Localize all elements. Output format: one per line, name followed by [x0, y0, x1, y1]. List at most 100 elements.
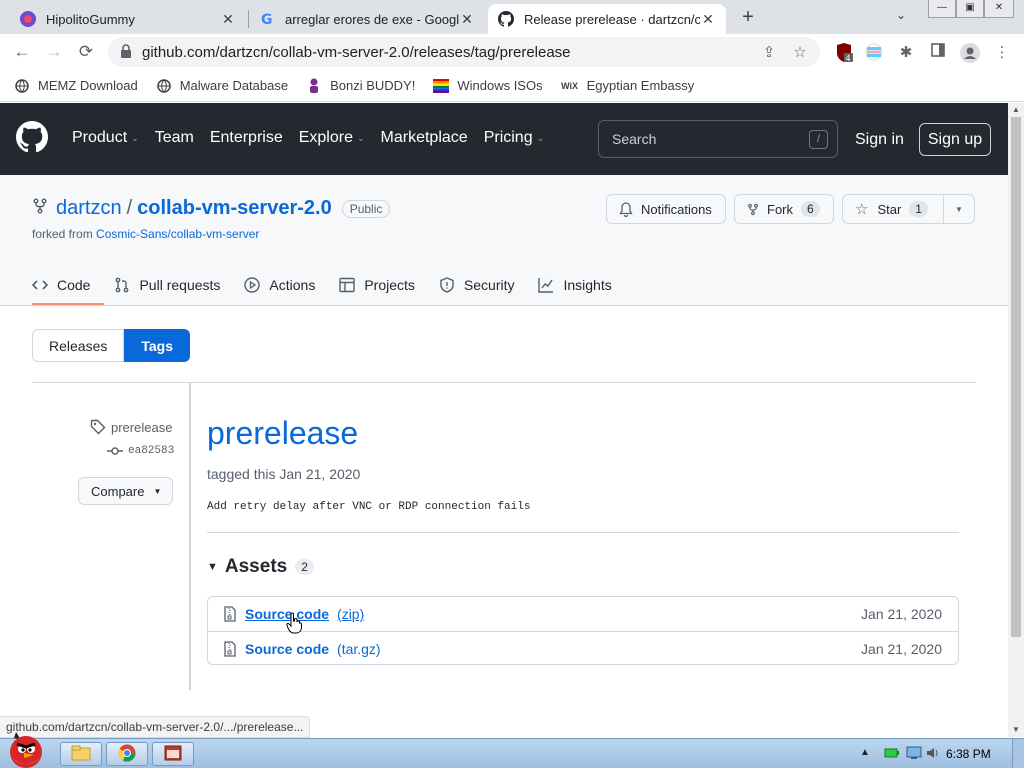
page-scrollbar[interactable]: ▲ ▼ [1008, 103, 1024, 737]
new-tab-button[interactable]: + [738, 6, 758, 28]
bookmark-star-icon[interactable]: ☆ [789, 43, 811, 61]
ublock-extension-icon[interactable]: 4 [834, 43, 854, 63]
asset-ext[interactable]: (zip) [337, 606, 364, 622]
tab-favicon-icon [20, 11, 36, 27]
tags-toggle-button[interactable]: Tags [124, 329, 191, 362]
notifications-button[interactable]: Notifications [606, 194, 726, 224]
nav-explore[interactable]: Explore ⌄ [299, 129, 365, 147]
browser-menu-icon[interactable]: ⋮ [992, 43, 1012, 63]
nav-team[interactable]: Team [155, 129, 194, 147]
sign-in-link[interactable]: Sign in [855, 131, 904, 149]
tab-label: Pull requests [139, 277, 221, 293]
bookmark-item[interactable]: WiX Egyptian Embassy [561, 78, 694, 94]
release-title[interactable]: prerelease [207, 415, 358, 452]
pride-extension-icon[interactable] [864, 43, 884, 63]
source-code-targz-link[interactable]: Source code [245, 641, 329, 657]
scroll-down-icon[interactable]: ▼ [1008, 723, 1024, 737]
fork-icon [747, 202, 759, 217]
sign-up-button[interactable]: Sign up [919, 123, 991, 156]
bookmark-label: Windows ISOs [457, 78, 543, 93]
search-input[interactable]: Search / [598, 120, 838, 158]
github-header: Product ⌄ Team Enterprise Explore ⌄ Market… [0, 103, 1008, 175]
browser-tab-active[interactable]: Release prerelease · dartzcn/collab-vm-s… [488, 4, 726, 34]
nav-product[interactable]: Product ⌄ [72, 129, 139, 147]
forked-from-text: forked from Cosmic-Sans/collab-vm-server [32, 227, 259, 241]
asset-row: Source code (tar.gz) Jan 21, 2020 [208, 631, 958, 665]
close-tab-icon[interactable]: ✕ [459, 11, 475, 28]
chrome-taskbar-button[interactable] [106, 742, 148, 766]
tab-label: Code [57, 277, 91, 293]
battery-icon[interactable] [884, 747, 900, 762]
system-clock[interactable]: 6:38 PM [946, 747, 991, 761]
url-text[interactable]: github.com/dartzcn/collab-vm-server-2.0/… [142, 44, 758, 61]
volume-icon[interactable] [926, 746, 940, 763]
bell-icon [619, 201, 633, 217]
tab-pull-requests[interactable]: Pull requests [114, 273, 220, 297]
tab-projects[interactable]: Projects [339, 273, 415, 297]
close-tab-icon[interactable]: ✕ [700, 11, 716, 28]
app-taskbar-button[interactable] [152, 742, 194, 766]
commit-sha: ea82583 [128, 445, 175, 457]
windows-taskbar: ▲ 6:38 PM [0, 738, 1024, 768]
nav-label: Product [72, 129, 128, 146]
tab-code[interactable]: Code [32, 273, 90, 297]
star-dropdown-button[interactable]: ▼ [943, 194, 975, 224]
lock-icon[interactable] [120, 43, 134, 61]
nav-enterprise[interactable]: Enterprise [210, 129, 283, 147]
scroll-up-icon[interactable]: ▲ [1008, 103, 1024, 117]
search-placeholder: Search [612, 131, 657, 147]
globe-icon [156, 78, 172, 94]
back-button[interactable]: ← [12, 42, 32, 62]
google-icon: G [259, 11, 275, 27]
forked-from-link[interactable]: Cosmic-Sans/collab-vm-server [96, 227, 259, 241]
releases-toggle-button[interactable]: Releases [32, 329, 125, 362]
bookmark-item[interactable]: Malware Database [156, 78, 288, 94]
assets-toggle[interactable]: ▼ Assets 2 [207, 556, 314, 578]
search-shortcut-key: / [809, 130, 828, 149]
bookmark-item[interactable]: Windows ISOs [433, 78, 543, 94]
release-tag-link[interactable]: prerelease [90, 419, 172, 435]
share-icon[interactable]: ⇪ [758, 43, 780, 61]
maximize-window-button[interactable]: ▣ [956, 0, 984, 18]
close-window-button[interactable]: ✕ [984, 0, 1014, 18]
profile-avatar-icon[interactable] [960, 43, 980, 63]
file-explorer-taskbar-button[interactable] [60, 742, 102, 766]
fork-label: Fork [767, 201, 793, 217]
git-commit-icon [107, 446, 123, 456]
bookmark-item[interactable]: Bonzi BUDDY! [306, 78, 415, 94]
close-tab-icon[interactable]: ✕ [220, 11, 236, 28]
fork-button[interactable]: Fork 6 [734, 194, 834, 224]
triangle-down-icon: ▼ [207, 561, 218, 573]
browser-tab[interactable]: HipolitoGummy ✕ [10, 4, 246, 34]
bookmark-item[interactable]: MEMZ Download [14, 78, 138, 94]
extensions-puzzle-icon[interactable]: ✱ [896, 43, 916, 63]
play-circle-icon [244, 277, 261, 293]
network-icon[interactable] [906, 746, 922, 763]
tab-search-chevron-icon[interactable]: ⌄ [896, 8, 906, 22]
scrollbar-thumb[interactable] [1011, 117, 1021, 637]
tab-insights[interactable]: Insights [538, 273, 612, 297]
nav-pricing[interactable]: Pricing ⌄ [484, 129, 544, 147]
release-commit-link[interactable]: ea82583 [107, 445, 174, 457]
star-button[interactable]: ☆ Star 1 [842, 194, 944, 224]
show-hidden-icons-icon[interactable]: ▲ [860, 747, 870, 758]
address-bar[interactable]: github.com/dartzcn/collab-vm-server-2.0/… [108, 37, 820, 67]
bookmark-label: MEMZ Download [38, 78, 138, 93]
start-button-bird-icon[interactable] [2, 728, 48, 768]
show-desktop-button[interactable] [1012, 739, 1024, 768]
github-logo-icon[interactable] [16, 121, 48, 153]
nav-marketplace[interactable]: Marketplace [381, 129, 468, 147]
tab-security[interactable]: Security [439, 273, 514, 297]
forward-button[interactable]: → [44, 42, 64, 62]
star-label: Star [877, 201, 902, 217]
tab-actions[interactable]: Actions [244, 273, 315, 297]
reload-button[interactable]: ⟳ [76, 42, 96, 62]
asset-row: Source code (zip) Jan 21, 2020 [208, 597, 958, 631]
compare-button[interactable]: Compare ▼ [78, 477, 173, 505]
repo-name-link[interactable]: collab-vm-server-2.0 [137, 197, 332, 220]
minimize-window-button[interactable]: — [928, 0, 956, 18]
browser-tab[interactable]: G arreglar erores de exe - Google ✕ [249, 4, 485, 34]
asset-ext[interactable]: (tar.gz) [337, 641, 381, 657]
repo-owner-link[interactable]: dartzcn [56, 197, 122, 220]
side-panel-icon[interactable] [928, 43, 948, 63]
